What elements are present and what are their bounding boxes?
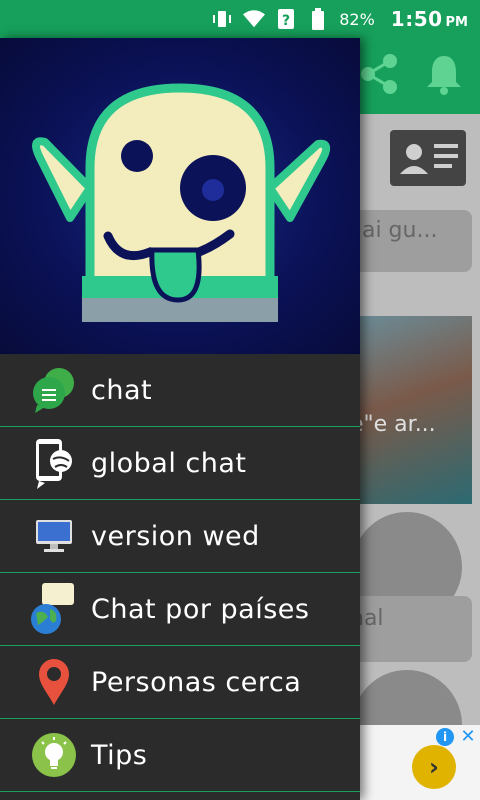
ad-arrow-button[interactable]: ›: [412, 745, 456, 789]
battery-percent: 82%: [339, 9, 375, 29]
contact-card-icon: [390, 130, 466, 186]
menu-item-global-chat[interactable]: global chat: [0, 427, 360, 500]
clock-ampm: PM: [445, 15, 468, 30]
menu-item-version-wed[interactable]: version wed: [0, 500, 360, 573]
monitor-icon: [24, 506, 84, 566]
message-preview: e"e ar...: [350, 412, 436, 437]
clock-time: 1:50: [390, 7, 443, 31]
menu-item-chat-por-paises[interactable]: Chat por países: [0, 573, 360, 646]
svg-text:?: ?: [282, 13, 290, 29]
bell-icon: [420, 50, 468, 98]
lightbulb-icon: [24, 725, 84, 785]
ghost-logo: [32, 83, 331, 322]
message-preview: dai gu...: [348, 218, 438, 243]
wifi-icon: [243, 8, 266, 30]
menu-item-tips[interactable]: Tips: [0, 719, 360, 792]
menu-item-label: version wed: [91, 520, 260, 552]
vibrate-icon: [211, 8, 233, 30]
drawer-menu: chat global chat version wed Chat por pa…: [0, 354, 360, 792]
menu-item-label: chat: [91, 374, 153, 406]
menu-item-label: Personas cerca: [91, 666, 302, 698]
menu-item-label: Chat por países: [91, 593, 310, 625]
phone-globe-icon: [24, 433, 84, 493]
battery-icon: [307, 8, 329, 30]
ad-info-icon[interactable]: i: [436, 728, 454, 746]
globe-chat-icon: [24, 579, 84, 639]
menu-item-label: Tips: [91, 739, 148, 771]
map-pin-icon: [24, 652, 84, 712]
menu-item-chat[interactable]: chat: [0, 354, 360, 427]
ad-close-icon[interactable]: ✕: [458, 726, 478, 747]
menu-item-personas-cerca[interactable]: Personas cerca: [0, 646, 360, 719]
status-bar: ? 82% 1:50 PM: [0, 0, 480, 38]
drawer-header-ghost-logo: [0, 38, 360, 354]
chat-bubbles-icon: [24, 360, 84, 420]
navigation-drawer: chat global chat version wed Chat por pa…: [0, 38, 360, 800]
share-icon: [357, 52, 401, 96]
menu-item-label: global chat: [91, 447, 247, 479]
signal-unknown-icon: ?: [275, 8, 297, 30]
